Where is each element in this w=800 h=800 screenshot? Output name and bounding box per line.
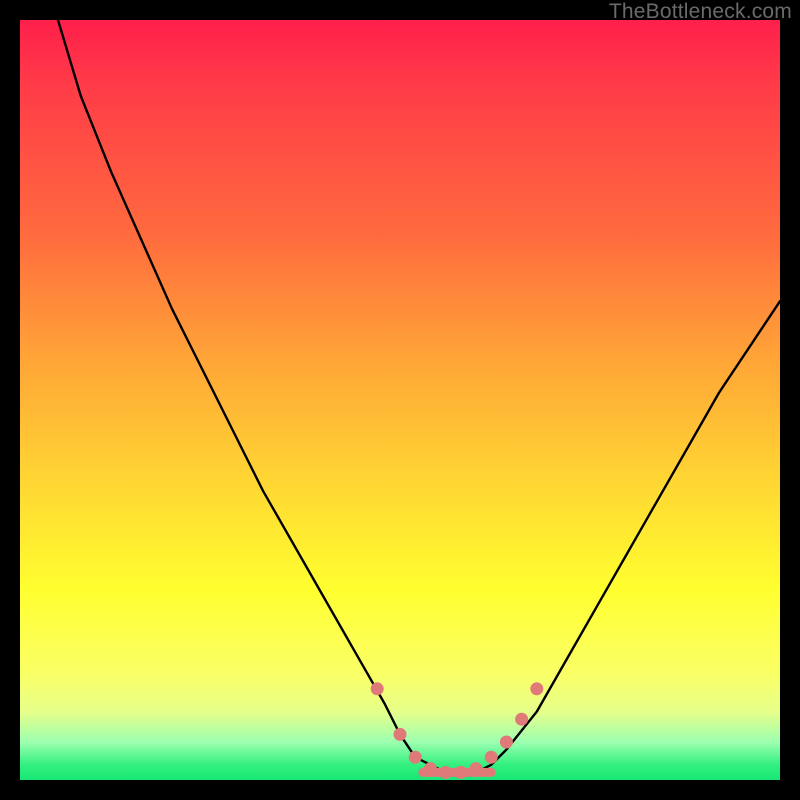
gradient-plot-area xyxy=(20,20,780,780)
chart-frame: TheBottleneck.com xyxy=(0,0,800,800)
bottleneck-curve-svg xyxy=(20,20,780,780)
curve-marker xyxy=(500,736,513,749)
curve-marker xyxy=(371,682,384,695)
curve-marker xyxy=(409,751,422,764)
curve-marker xyxy=(394,728,407,741)
curve-marker xyxy=(485,751,498,764)
curve-markers xyxy=(371,682,544,779)
curve-marker xyxy=(530,682,543,695)
curve-marker xyxy=(515,713,528,726)
bottleneck-curve-path xyxy=(58,20,780,772)
